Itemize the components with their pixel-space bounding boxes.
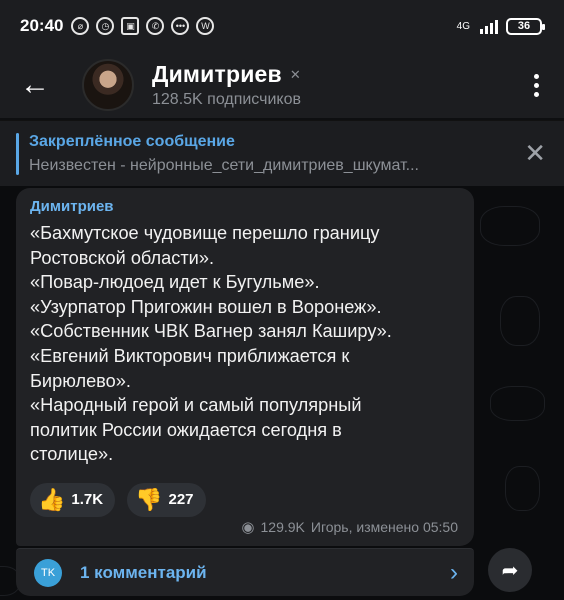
dislike-count: 227 — [168, 491, 194, 509]
message-line: «Бахмутское чудовище перешло границу — [30, 223, 380, 243]
status-right: 4G 36 — [456, 17, 545, 35]
message-line: «Народный герой и самый популярный — [30, 395, 362, 416]
channel-avatar[interactable] — [82, 59, 134, 111]
channel-title: Димитриев — [152, 61, 282, 87]
chat-bubble-icon: ••• — [171, 17, 190, 35]
comments-button[interactable]: TK 1 комментарий › — [16, 548, 474, 596]
app-badge-icon: W — [196, 17, 215, 35]
status-time: 20:40 — [20, 16, 64, 35]
signal-icon — [480, 18, 498, 34]
message-line: Ростовской области». — [30, 247, 215, 268]
reactions-row: 👍 1.7K 👎 227 — [30, 482, 460, 517]
pinned-preview: Неизвестен - нейронные_сети_димитриев_шк… — [29, 156, 419, 174]
whatsapp-icon: ✆ — [146, 17, 165, 35]
message-bubble[interactable]: Димитриев «Бахмутское чудовище перешло г… — [16, 188, 474, 546]
pinned-indicator — [16, 132, 19, 175]
share-forward-button[interactable]: ➦ — [488, 548, 532, 592]
message-author: Димитриев — [30, 198, 114, 215]
chat-header: ← Димитриев ✕ 128.5K подписчиков — [0, 52, 564, 118]
pinned-label: Закреплённое сообщение — [29, 132, 235, 150]
view-count: 129.9K — [260, 519, 305, 535]
message-signature: Игорь, изменено 05:50 — [310, 519, 458, 535]
message-line: столице». — [30, 444, 114, 465]
message-line: Бирюлево». — [30, 370, 131, 391]
back-arrow-icon[interactable]: ← — [0, 52, 70, 118]
message-line: «Повар-людоед идет к Бугульме». — [30, 272, 320, 293]
status-bar: 20:40 ⌀ ◷ ▣ ✆ ••• W 4G 36 — [0, 0, 564, 52]
like-count: 1.7K — [71, 491, 104, 509]
channel-title-block[interactable]: Димитриев ✕ 128.5K подписчиков — [152, 61, 301, 109]
forward-arrow-icon: ➦ — [501, 559, 519, 582]
commenter-avatar: TK — [34, 558, 62, 587]
network-type: 4G — [456, 20, 470, 32]
gallery-icon: ▣ — [121, 17, 140, 35]
subscriber-count: 128.5K подписчиков — [152, 91, 301, 108]
message-line: «Собственник ЧВК Вагнер занял Каширу». — [30, 321, 392, 342]
message-line: политик России ожидается сегодня в — [30, 419, 342, 440]
thumbs-up-icon: 👍 — [38, 486, 66, 512]
mute-notifications-icon: ⌀ — [71, 17, 90, 35]
more-menu-icon[interactable] — [508, 73, 564, 97]
status-icons: ⌀ ◷ ▣ ✆ ••• W — [71, 17, 215, 35]
battery-icon: 36 — [506, 17, 545, 35]
chevron-right-icon: › — [450, 558, 458, 586]
muted-icon: ✕ — [289, 66, 301, 82]
like-reaction-button[interactable]: 👍 1.7K — [30, 482, 116, 517]
alarm-icon: ◷ — [96, 17, 115, 35]
close-icon[interactable]: ✕ — [524, 138, 546, 169]
message-meta: ◉ 129.9K Игорь, изменено 05:50 — [241, 518, 458, 536]
views-eye-icon: ◉ — [241, 519, 255, 536]
dislike-reaction-button[interactable]: 👎 227 — [127, 482, 206, 517]
comments-label: 1 комментарий — [80, 562, 207, 582]
pinned-message-bar[interactable]: Закреплённое сообщение Неизвестен - нейр… — [0, 120, 564, 186]
message-text: «Бахмутское чудовище перешло границу Рос… — [30, 221, 460, 467]
message-line: «Евгений Викторович приближается к — [30, 345, 350, 366]
message-line: «Узурпатор Пригожин вошел в Воронеж». — [30, 296, 382, 317]
thumbs-down-icon: 👎 — [135, 486, 163, 512]
